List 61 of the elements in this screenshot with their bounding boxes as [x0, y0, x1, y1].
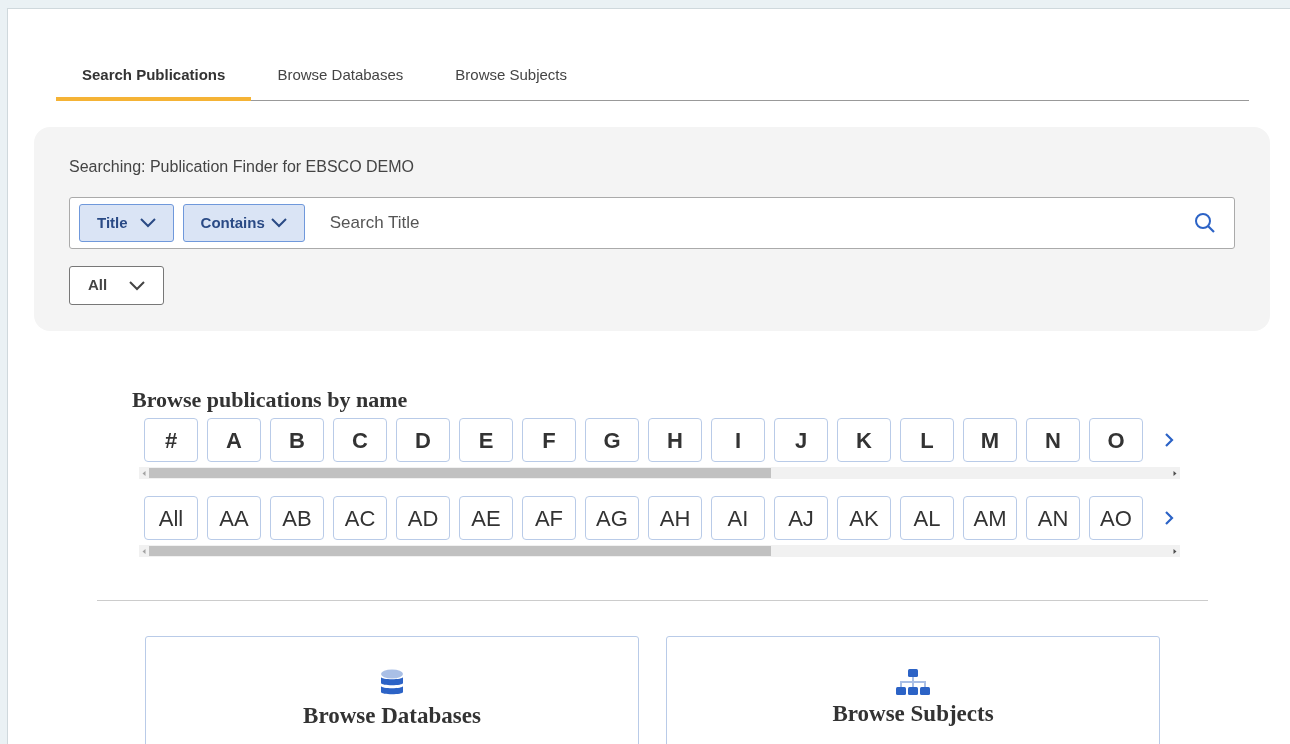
- letter-button[interactable]: K: [837, 418, 891, 462]
- search-scope: Searching: Publication Finder for EBSCO DEMO: [69, 157, 416, 177]
- letter-button[interactable]: A: [207, 418, 261, 462]
- search-field[interactable]: Title Contains Search Title: [69, 197, 1235, 249]
- letter-button[interactable]: #: [144, 418, 198, 462]
- letter-button[interactable]: E: [459, 418, 513, 462]
- tab[interactable]: Browse Databases: [251, 54, 430, 101]
- letter-button[interactable]: AF: [522, 496, 576, 540]
- letter-button[interactable]: J: [774, 418, 828, 462]
- tab[interactable]: Search Publications: [56, 54, 252, 101]
- card-title: Browse Databases: [303, 702, 481, 730]
- scroll-left-icon[interactable]: [142, 548, 146, 554]
- chevron-down-icon: [139, 218, 156, 228]
- letter-button[interactable]: AA: [207, 496, 261, 540]
- letter-button[interactable]: I: [711, 418, 765, 462]
- scrollbar[interactable]: [139, 467, 1180, 479]
- search-icon[interactable]: [1194, 212, 1216, 234]
- letter-button[interactable]: AN: [1026, 496, 1080, 540]
- scroll-right-icon[interactable]: [1173, 548, 1177, 554]
- letter-button[interactable]: AO: [1089, 496, 1143, 540]
- letter-button[interactable]: AC: [333, 496, 387, 540]
- match-dropdown[interactable]: Contains: [182, 204, 305, 242]
- letter-button[interactable]: H: [648, 418, 702, 462]
- letter-button[interactable]: B: [270, 418, 324, 462]
- letter-button[interactable]: O: [1089, 418, 1143, 462]
- field-dropdown[interactable]: Title: [79, 204, 174, 242]
- hierarchy-icon: [896, 669, 930, 695]
- scrollbar[interactable]: [139, 545, 1180, 557]
- browse-card[interactable]: Browse Subjects: [666, 636, 1160, 744]
- chevron-down-icon: [270, 218, 287, 228]
- scroll-right-icon[interactable]: [1173, 470, 1177, 476]
- browse-heading: Browse publications by name: [132, 386, 409, 414]
- letter-button[interactable]: AK: [837, 496, 891, 540]
- letter-button[interactable]: All: [144, 496, 198, 540]
- letter-button[interactable]: N: [1026, 418, 1080, 462]
- filter-dropdown[interactable]: All: [69, 266, 164, 305]
- letter-button[interactable]: M: [963, 418, 1017, 462]
- letter-button[interactable]: AD: [396, 496, 450, 540]
- scroll-left-icon[interactable]: [142, 470, 146, 476]
- letter-button[interactable]: AL: [900, 496, 954, 540]
- letter-button[interactable]: C: [333, 418, 387, 462]
- letter-button[interactable]: AH: [648, 496, 702, 540]
- letter-button[interactable]: G: [585, 418, 639, 462]
- letter-button[interactable]: AB: [270, 496, 324, 540]
- letter-button[interactable]: AJ: [774, 496, 828, 540]
- chevron-right-icon[interactable]: [1164, 432, 1174, 448]
- letter-button[interactable]: AG: [585, 496, 639, 540]
- letter-button[interactable]: AE: [459, 496, 513, 540]
- letter-button[interactable]: L: [900, 418, 954, 462]
- tab[interactable]: Browse Subjects: [429, 54, 593, 101]
- chevron-right-icon[interactable]: [1164, 510, 1174, 526]
- chevron-down-icon: [129, 280, 145, 291]
- letter-button[interactable]: F: [522, 418, 576, 462]
- browse-card[interactable]: Browse Databases: [145, 636, 639, 744]
- database-icon: [380, 669, 404, 697]
- letter-button[interactable]: D: [396, 418, 450, 462]
- scrollbar-thumb[interactable]: [149, 546, 771, 556]
- card-title: Browse Subjects: [832, 700, 994, 728]
- letter-button[interactable]: AM: [963, 496, 1017, 540]
- scrollbar-thumb[interactable]: [149, 468, 771, 478]
- letter-button[interactable]: AI: [711, 496, 765, 540]
